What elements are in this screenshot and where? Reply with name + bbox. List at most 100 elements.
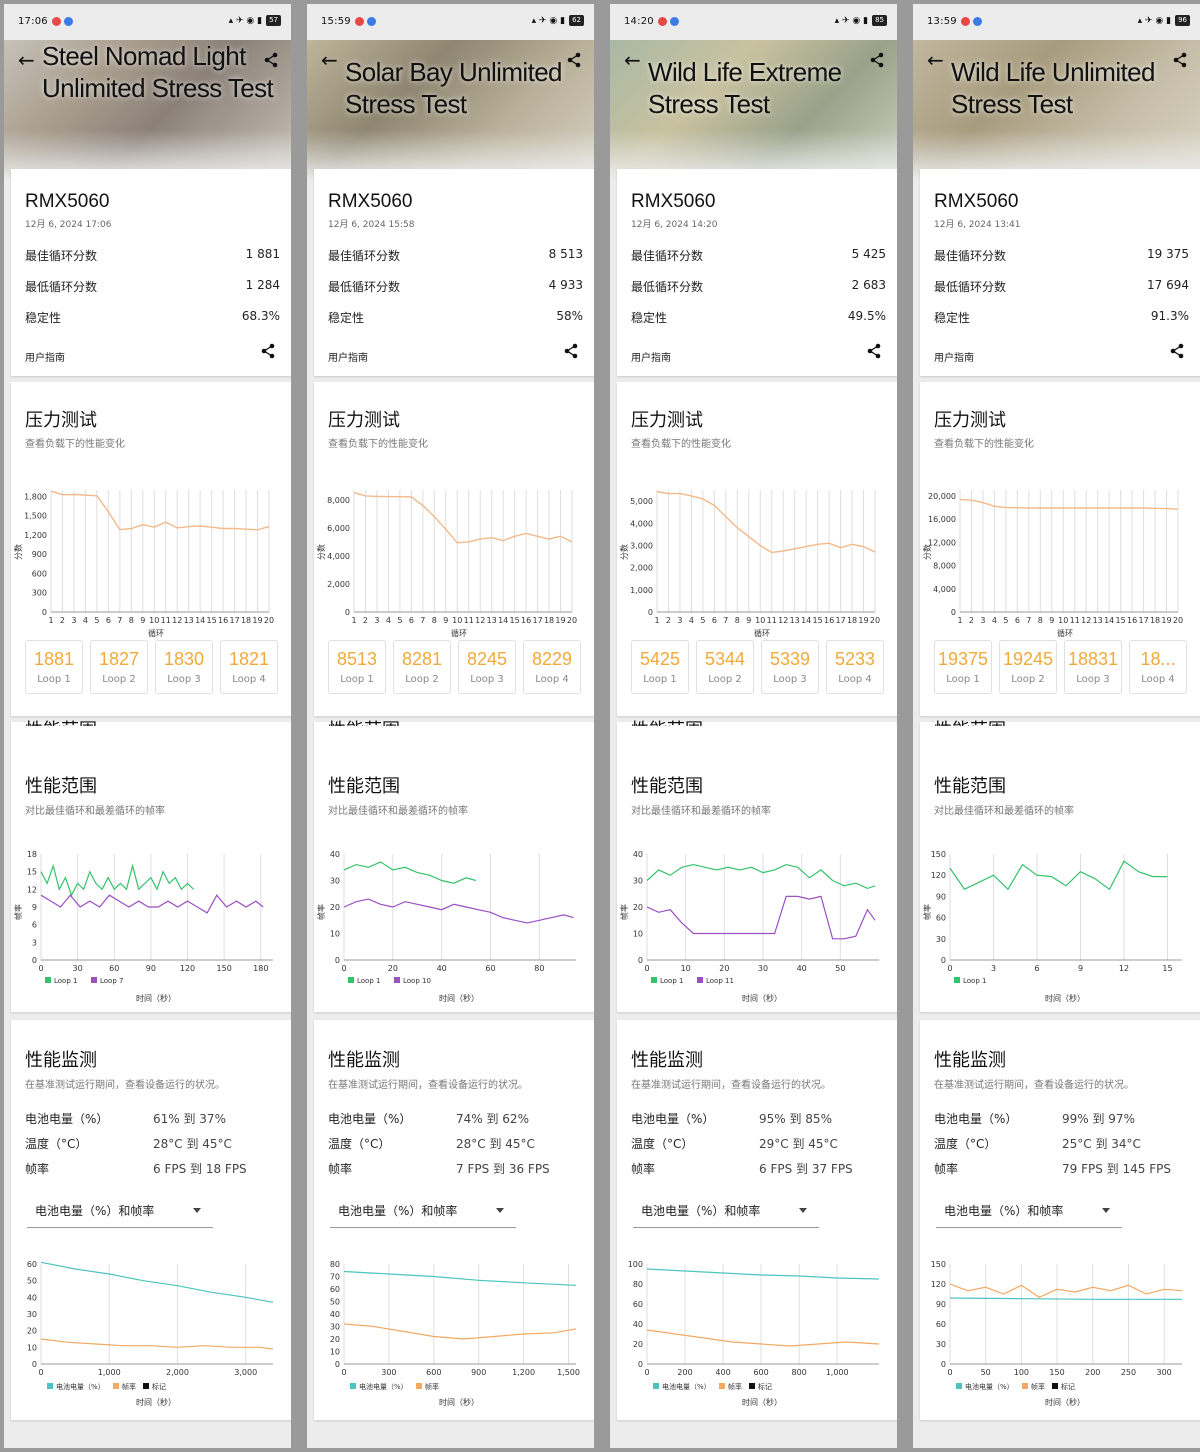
back-arrow-icon[interactable]: ← (624, 50, 641, 70)
x-tick-label: 17 (532, 616, 542, 625)
series-line-1 (646, 1329, 880, 1347)
loop-score-item[interactable]: 1830 Loop 3 (155, 640, 213, 694)
legend-label: Loop 1 (660, 977, 683, 985)
y-tick-label: 40 (27, 1293, 37, 1302)
loop-score-item[interactable]: 8229 Loop 4 (523, 640, 581, 694)
legend-label: 电池电量（%） (56, 1382, 105, 1391)
x-axis-label: 时间（秒） (136, 993, 176, 1003)
x-tick-label: 150 (1049, 1368, 1064, 1377)
x-tick-label: 6 (409, 616, 414, 625)
y-tick-label: 4,000 (933, 585, 956, 594)
series-line-0 (656, 491, 876, 554)
x-tick-label: 15 (207, 616, 217, 625)
share-result-button[interactable] (866, 343, 882, 363)
user-guide-link[interactable]: 用户指南 (934, 349, 974, 364)
signal-icon: ▴ ✈ ◉ ▮ (228, 15, 263, 26)
loop-score-item[interactable]: 19375 Loop 1 (934, 640, 992, 694)
y-tick-label: 8,000 (933, 562, 956, 571)
x-tick-label: 5 (94, 616, 99, 625)
y-tick-label: 50 (330, 1298, 340, 1307)
back-arrow-icon[interactable]: ← (927, 50, 944, 70)
x-tick-label: 7 (723, 616, 728, 625)
x-tick-label: 14 (1104, 616, 1114, 625)
row-value: 1 881 (245, 247, 280, 261)
series-line-0 (949, 860, 1168, 891)
stress-score-chart: 04,0008,00012,00016,00020,0001 2 3 4 5 6 7 8 9 10… (922, 490, 1183, 638)
y-tick-label: 0 (42, 608, 47, 617)
loop-score-item[interactable]: 1827 Loop 2 (90, 640, 148, 694)
loop-score-item[interactable]: 8281 Loop 2 (393, 640, 451, 694)
performance-monitor-card: 性能监测 在基准测试运行期间，查看设备运行的状况。 电池电量（%） 99% 到 97%… (920, 1020, 1200, 1420)
series-line-1 (343, 1323, 577, 1340)
x-tick-label: 60 (109, 964, 119, 973)
loop-score-item[interactable]: 8513 Loop 1 (328, 640, 386, 694)
x-tick-label: 8 (129, 616, 134, 625)
y-tick-label: 18 (27, 850, 37, 859)
status-time: 13:59 (927, 16, 957, 27)
x-tick-label: 250 (1121, 1368, 1136, 1377)
battery-icon: 57 (266, 15, 281, 26)
loop-score-item[interactable]: 5233 Loop 4 (826, 640, 884, 694)
x-tick-label: 600 (753, 1368, 768, 1377)
share-result-button[interactable] (260, 343, 276, 363)
y-tick-label: 15 (27, 868, 37, 877)
performance-range-card: 性能范围性能范围对比最佳循环和最差循环的帧率010203040010203040… (617, 720, 897, 1012)
x-tick-label: 14 (195, 616, 205, 625)
y-tick-label: 20 (330, 1335, 340, 1344)
y-tick-label: 1,500 (24, 512, 47, 521)
x-tick-label: 50 (981, 1368, 991, 1377)
legend-label: 帧率 (122, 1382, 136, 1391)
y-tick-label: 80 (330, 1260, 340, 1269)
series-line-0 (50, 490, 270, 531)
stability-row: 稳定性 58% (328, 309, 583, 326)
x-tick-label: 12 (172, 616, 182, 625)
back-arrow-icon[interactable]: ← (321, 50, 338, 70)
legend-label: 标记 (152, 1382, 166, 1391)
legend-swatch (749, 1383, 755, 1389)
loop-score-item[interactable]: 8245 Loop 3 (458, 640, 516, 694)
y-tick-label: 0 (941, 956, 946, 965)
stress-score-chart: 03006009001,2001,5001,8001 2 3 4 5 6 7 8 9 10 11 12… (13, 490, 274, 638)
fps-range-chart: 0 10 20 30 40 0 10 20 30 40 50 帧率 Loop 1 Loop 11 时间（秒） (619, 850, 879, 1003)
y-tick-label: 120 (931, 871, 946, 880)
x-axis-label: 时间（秒） (1045, 1397, 1085, 1407)
y-tick-label: 70 (330, 1273, 340, 1282)
loop-score-item[interactable]: 19245 Loop 2 (999, 640, 1057, 694)
loop-label: Loop 3 (1076, 674, 1110, 685)
loop-score-item[interactable]: 18... Loop 4 (1129, 640, 1187, 694)
series-line-1 (646, 895, 876, 940)
performance-range-card: 性能范围性能范围对比最佳循环和最差循环的帧率030609012015003691… (920, 720, 1200, 1012)
series-line-1 (40, 1338, 274, 1350)
y-tick-label: 6 (32, 921, 37, 930)
legend-label: Loop 1 (963, 977, 986, 985)
y-tick-label: 16,000 (928, 515, 956, 524)
x-tick-label: 19 (555, 616, 565, 625)
share-result-button[interactable] (1169, 343, 1185, 363)
loop-score-value: 19375 (937, 649, 989, 669)
y-tick-label: 0 (335, 1360, 340, 1369)
share-result-button[interactable] (563, 343, 579, 363)
notification-icon (961, 17, 970, 26)
loop-label: Loop 3 (773, 674, 807, 685)
x-tick-label: 4 (83, 616, 88, 625)
x-tick-label: 2 (969, 616, 974, 625)
user-guide-link[interactable]: 用户指南 (631, 349, 671, 364)
loop-score-item[interactable]: 1821 Loop 4 (220, 640, 278, 694)
y-tick-label: 1,200 (24, 531, 47, 540)
user-guide-link[interactable]: 用户指南 (25, 349, 65, 364)
loop-score-value: 5425 (639, 649, 681, 669)
loop-score-item[interactable]: 1881 Loop 1 (25, 640, 83, 694)
y-axis-label: 帧率 (13, 904, 23, 920)
loop-score-item[interactable]: 18831 Loop 3 (1064, 640, 1122, 694)
y-tick-label: 10 (633, 930, 643, 939)
back-arrow-icon[interactable]: ← (18, 50, 35, 70)
loop-score-value: 18831 (1067, 649, 1119, 669)
row-label: 稳定性 (328, 311, 365, 325)
x-tick-label: 4 (386, 616, 391, 625)
loop-score-item[interactable]: 5339 Loop 3 (761, 640, 819, 694)
loop-score-item[interactable]: 5425 Loop 1 (631, 640, 689, 694)
user-guide-link[interactable]: 用户指南 (328, 349, 368, 364)
legend-label: 电池电量（%） (662, 1382, 711, 1391)
loop-label: Loop 2 (1011, 674, 1045, 685)
loop-score-item[interactable]: 5344 Loop 2 (696, 640, 754, 694)
